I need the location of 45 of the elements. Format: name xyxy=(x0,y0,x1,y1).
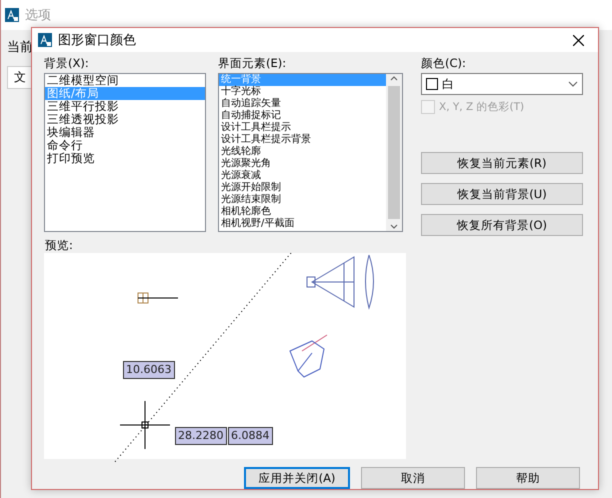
crosshair-cursor-icon xyxy=(120,400,170,450)
list-item[interactable]: 三维平行投影 xyxy=(45,100,205,113)
list-item[interactable]: 相机轮廓色 xyxy=(219,206,386,218)
light-glyph-icon xyxy=(138,292,178,304)
list-item[interactable]: 自动追踪矢量 xyxy=(219,98,386,110)
checkbox-label: X, Y, Z 的色彩(T) xyxy=(439,100,524,114)
dialog-title: 图形窗口颜色 xyxy=(58,32,136,49)
dialog-button[interactable]: 取消 xyxy=(361,467,465,489)
dimension-readout: 10.6063 xyxy=(123,361,174,379)
dialog-button[interactable]: 应用并关闭(A) xyxy=(244,467,350,489)
list-item[interactable]: 光源开始限制 xyxy=(219,182,386,194)
list-item[interactable]: 光源衰减 xyxy=(219,170,386,182)
preview-label: 预览: xyxy=(44,237,74,253)
restore-button[interactable]: 恢复当前背景(U) xyxy=(421,183,583,205)
list-item[interactable]: 光源聚光角 xyxy=(219,158,386,170)
current-label: 当前 xyxy=(7,39,33,56)
dimension-readout: 28.2280 xyxy=(175,427,226,445)
app-logo-icon xyxy=(5,8,19,22)
tab[interactable]: 文 xyxy=(7,66,33,89)
window-title: 选项 xyxy=(25,7,51,24)
list-item[interactable]: 光源结束限制 xyxy=(219,194,386,206)
spotlight-drawing xyxy=(289,334,328,378)
list-item[interactable]: 设计工具栏提示背景 xyxy=(219,134,386,146)
list-item[interactable]: 打印预览 xyxy=(45,152,205,165)
app-logo-icon xyxy=(38,33,52,47)
camera-drawing xyxy=(306,254,374,308)
chevron-down-icon xyxy=(568,81,578,87)
list-item[interactable]: 自动捕捉标记 xyxy=(219,110,386,122)
color-label: 颜色(C): xyxy=(421,56,467,71)
restore-button[interactable]: 恢复当前元素(R) xyxy=(421,152,583,174)
dimension-readout: 6.0884 xyxy=(228,427,272,445)
background-label: 背景(X): xyxy=(44,56,90,71)
list-item[interactable]: 设计工具栏提示 xyxy=(219,122,386,134)
list-item[interactable]: 光线轮廓 xyxy=(219,146,386,158)
list-item[interactable]: 命令行 xyxy=(45,139,205,152)
list-item[interactable]: 块编辑器 xyxy=(45,126,205,139)
restore-button[interactable]: 恢复所有背景(O) xyxy=(421,214,583,236)
dialog-button[interactable]: 帮助 xyxy=(476,467,580,489)
color-dropdown[interactable]: 白 xyxy=(421,73,583,95)
list-item[interactable]: 相机视野/平截面 xyxy=(219,218,386,230)
list-item[interactable]: 十字光标 xyxy=(219,86,386,98)
interface-element-label: 界面元素(E): xyxy=(218,56,288,71)
list-item[interactable]: 二维模型空间 xyxy=(45,74,205,87)
scrollbar[interactable] xyxy=(386,74,402,231)
list-item[interactable]: 三维透视投影 xyxy=(45,113,205,126)
